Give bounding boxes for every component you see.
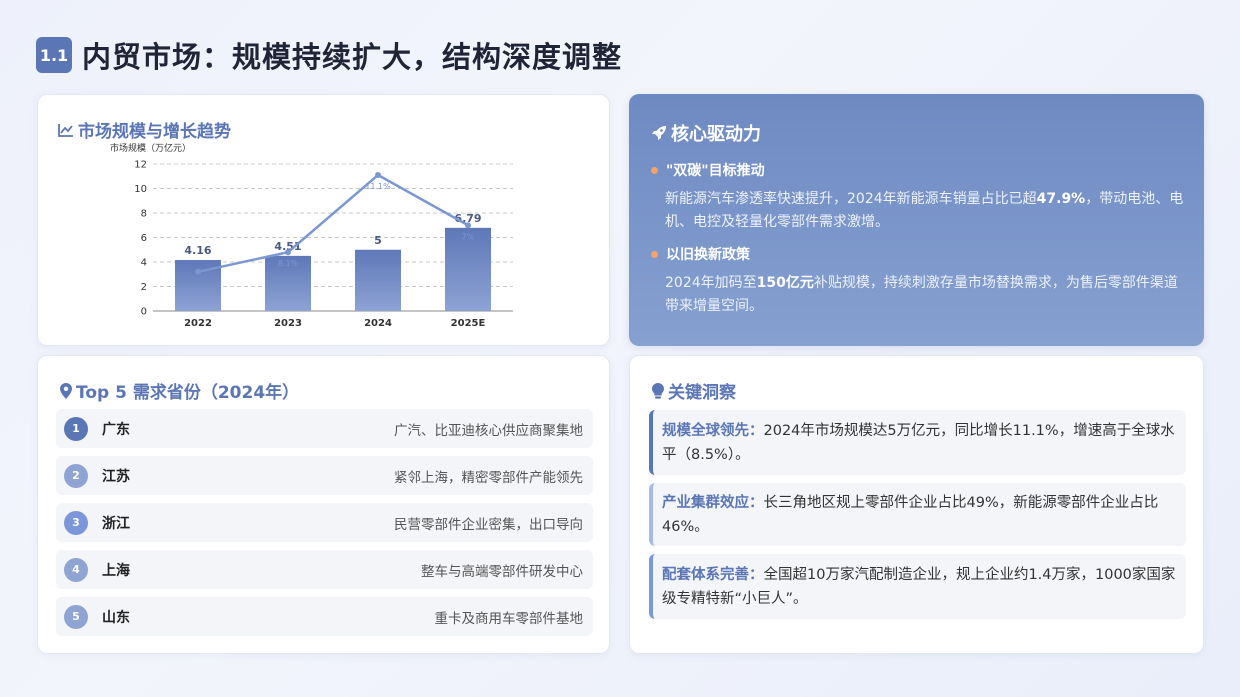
growth-label: 11.1% <box>365 182 391 191</box>
rank-badge: 2 <box>64 463 88 488</box>
province-row: 4 上海 整车与高端零部件研发中心 <box>56 550 593 589</box>
y-tick-label: 6 <box>141 233 147 244</box>
driver-item-head: "双碳"目标推动 <box>651 160 1186 180</box>
x-tick-label: 2022 <box>184 318 212 329</box>
x-tick-label: 2024 <box>364 318 392 329</box>
growth-line <box>197 173 469 274</box>
insight-label: 规模全球领先： <box>662 422 764 439</box>
y-axis-label: 市场规模（万亿元） <box>110 142 191 154</box>
bar <box>355 249 401 311</box>
insight-item: 配套体系完善：全国超10万家汽配制造企业，规上企业约1.4万家，1000家国家级… <box>649 554 1186 619</box>
market-size-chart: 市场规模（万亿元）0246810124.1620224.512023520246… <box>110 142 513 329</box>
province-row: 5 山东 重卡及商用车零部件基地 <box>56 597 593 636</box>
provinces-card: Top 5 需求省份（2024年） 1 广东 广汽、比亚迪核心供应商聚集地 2 … <box>37 355 610 654</box>
province-desc: 民营零部件企业密集，出口导向 <box>394 516 583 533</box>
insights-title-text: 关键洞察 <box>668 383 736 403</box>
y-tick-label: 8 <box>141 209 147 220</box>
rank-badge: 4 <box>64 557 88 582</box>
insight-item: 产业集群效应：长三角地区规上零部件企业占比49%，新能源零部件企业占比46%。 <box>649 483 1186 546</box>
y-tick-label: 0 <box>141 307 147 318</box>
map-pin-icon <box>60 382 72 399</box>
driver-item-head: 以旧换新政策 <box>651 244 1186 264</box>
province-row: 2 江苏 紧邻上海，精密零部件产能领先 <box>56 456 593 495</box>
lightbulb-icon <box>652 382 664 399</box>
bar-value-label: 5 <box>374 234 382 247</box>
province-name: 山东 <box>102 609 130 626</box>
page-title: 内贸市场：规模持续扩大，结构深度调整 <box>82 40 623 74</box>
province-desc: 重卡及商用车零部件基地 <box>434 610 584 627</box>
province-name: 江苏 <box>102 468 130 485</box>
driver-item-body: 2024年加码至150亿元补贴规模，持续刺激存量市场替换需求，为售后零部件渠道带… <box>665 272 1186 318</box>
driver-item-text: 新能源汽车渗透率快速提升，2024年新能源车销量占比已超 <box>665 191 1037 207</box>
provinces-card-title: Top 5 需求省份（2024年） <box>60 378 299 403</box>
driver-item-title: 以旧换新政策 <box>666 247 750 263</box>
section-badge: 1.1 <box>36 37 72 73</box>
driver-item-text: 2024年加码至 <box>665 275 757 291</box>
y-tick-label: 10 <box>134 184 147 195</box>
y-tick-label: 12 <box>134 160 147 171</box>
rocket-icon <box>652 126 666 140</box>
province-desc: 广汽、比亚迪核心供应商聚集地 <box>394 422 583 439</box>
growth-label: 7% <box>462 232 475 241</box>
drivers-title-text: 核心驱动力 <box>671 124 761 145</box>
growth-point <box>465 222 471 229</box>
insights-card-title: 关键洞察 <box>652 378 736 403</box>
growth-point <box>285 249 291 256</box>
provinces-title-text: Top 5 需求省份（2024年） <box>76 383 300 403</box>
growth-label: 8.1% <box>278 259 299 268</box>
bullet-dot-icon <box>651 250 658 258</box>
bullet-dot-icon <box>651 166 658 174</box>
insight-label: 产业集群效应： <box>662 494 764 511</box>
growth-point <box>375 172 381 179</box>
insight-label: 配套体系完善： <box>662 566 764 583</box>
page-header: 1.1 内贸市场：规模持续扩大，结构深度调整 <box>36 34 622 76</box>
province-desc: 整车与高端零部件研发中心 <box>421 563 583 580</box>
growth-point <box>195 268 201 275</box>
province-row: 1 广东 广汽、比亚迪核心供应商聚集地 <box>56 409 593 448</box>
bar-value-label: 4.16 <box>184 244 211 257</box>
chart-card: 市场规模与增长趋势 市场规模（万亿元） 0 2 4 6 8 10 12 4.16 2022 4.51… <box>37 94 610 346</box>
x-tick-label: 2025E <box>451 318 486 329</box>
rank-badge: 1 <box>64 416 88 441</box>
y-tick-label: 4 <box>141 258 147 269</box>
province-name: 广东 <box>102 421 130 438</box>
driver-item-highlight: 150亿元 <box>756 275 814 291</box>
rank-badge: 5 <box>64 604 88 629</box>
insight-item: 规模全球领先：2024年市场规模达5万亿元，同比增长11.1%，增速高于全球水平… <box>649 410 1186 475</box>
rank-badge: 3 <box>64 510 88 535</box>
driver-item-body: 新能源汽车渗透率快速提升，2024年新能源车销量占比已超47.9%，带动电池、电… <box>665 188 1186 234</box>
province-desc: 紧邻上海，精密零部件产能领先 <box>394 469 583 486</box>
province-row: 3 浙江 民营零部件企业密集，出口导向 <box>56 503 593 542</box>
x-tick-label: 2023 <box>274 318 302 329</box>
driver-item-title: "双碳"目标推动 <box>666 163 765 179</box>
driver-item: "双碳"目标推动 新能源汽车渗透率快速提升，2024年新能源车销量占比已超47.… <box>651 160 1186 234</box>
y-tick-label: 2 <box>141 282 147 293</box>
province-name: 浙江 <box>102 515 130 532</box>
driver-item: 以旧换新政策 2024年加码至150亿元补贴规模，持续刺激存量市场替换需求，为售… <box>651 244 1186 318</box>
drivers-card-title: 核心驱动力 <box>651 120 761 146</box>
province-name: 上海 <box>102 562 130 579</box>
insights-card: 关键洞察 规模全球领先：2024年市场规模达5万亿元，同比增长11.1%，增速高… <box>629 355 1204 654</box>
drivers-card: 核心驱动力 "双碳"目标推动 新能源汽车渗透率快速提升，2024年新能源车销量占… <box>629 94 1204 346</box>
driver-item-highlight: 47.9% <box>1036 191 1086 207</box>
